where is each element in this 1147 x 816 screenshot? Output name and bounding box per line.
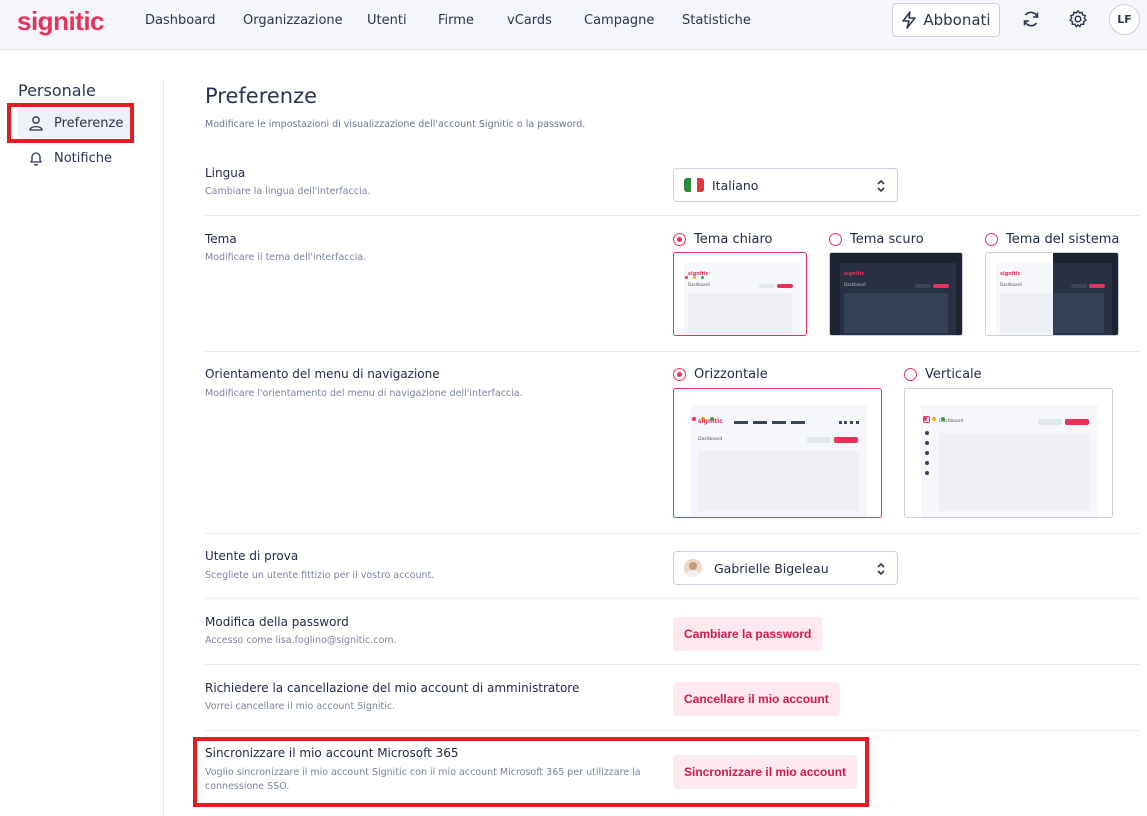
sidebar-divider — [163, 80, 164, 816]
tema-desc: Modificare il tema dell'interfaccia. — [205, 252, 367, 263]
abbonati-button[interactable]: Abbonati — [892, 3, 1000, 37]
nav-vcards[interactable]: vCards — [507, 13, 552, 28]
lingua-value: Italiano — [712, 177, 759, 193]
lingua-select[interactable]: Italiano — [673, 168, 898, 202]
lightning-icon — [902, 11, 917, 29]
highlight-box-microsoft — [193, 737, 869, 807]
divider — [205, 215, 1140, 216]
orientamento-label: Orientamento del menu di navigazione — [205, 367, 440, 381]
radio-tema-scuro[interactable]: Tema scuro — [829, 232, 924, 247]
nav-organizzazione[interactable]: Organizzazione — [243, 13, 343, 28]
abbonati-label: Abbonati — [923, 11, 991, 29]
tema-label: Tema — [205, 232, 237, 246]
radio-verticale[interactable]: Verticale — [904, 367, 982, 382]
orientamento-desc: Modificare l'orientamento del menu di na… — [205, 388, 523, 399]
user-avatar[interactable]: LF — [1109, 4, 1140, 35]
theme-preview-light[interactable]: signitic Dashboard — [673, 252, 807, 336]
divider — [205, 730, 1140, 731]
sidebar-item-label: Notifiche — [54, 150, 112, 166]
radio-tema-chiaro[interactable]: Tema chiaro — [673, 232, 772, 247]
utente-value: Gabrielle Bigeleau — [714, 560, 829, 576]
change-password-button[interactable]: Cambiare la password — [673, 617, 823, 651]
sidebar-title: Personale — [18, 81, 96, 100]
password-label: Modifica della password — [205, 615, 349, 629]
page-subtitle: Modificare le impostazioni di visualizza… — [205, 119, 586, 130]
password-desc: Accesso come lisa.foglino@signitic.com. — [205, 635, 397, 646]
lingua-label: Lingua — [205, 166, 246, 180]
user-photo-icon — [684, 559, 702, 577]
top-navigation-bar: signitic Dashboard Organizzazione Utenti… — [0, 0, 1147, 50]
lingua-desc: Cambiare la lingua dell'interfaccia. — [205, 186, 371, 197]
utente-label: Utente di prova — [205, 549, 299, 563]
radio-orizzontale[interactable]: Orizzontale — [673, 367, 768, 382]
page-title: Preferenze — [205, 84, 318, 108]
cancellazione-label: Richiedere la cancellazione del mio acco… — [205, 681, 580, 695]
divider — [205, 598, 1140, 599]
menu-preview-orizzontale[interactable]: signitic Dashboard — [673, 388, 882, 518]
signitic-logo[interactable]: signitic — [17, 6, 105, 37]
highlight-box-preferenze — [7, 103, 134, 143]
nav-campagne[interactable]: Campagne — [584, 13, 654, 28]
nav-dashboard[interactable]: Dashboard — [145, 13, 216, 28]
divider — [205, 664, 1140, 665]
menu-preview-verticale[interactable]: Dashboard — [904, 388, 1113, 518]
delete-account-button[interactable]: Cancellare il mio account — [673, 682, 840, 716]
divider — [205, 351, 1140, 352]
italy-flag-icon — [684, 178, 704, 192]
nav-firme[interactable]: Firme — [438, 13, 474, 28]
radio-tema-sistema[interactable]: Tema del sistema — [985, 232, 1119, 247]
theme-preview-dark[interactable]: signitic Dashboard — [829, 252, 963, 336]
utente-select[interactable]: Gabrielle Bigeleau — [673, 551, 898, 585]
utente-desc: Scegliete un utente fittizio per il vost… — [205, 570, 435, 581]
refresh-icon[interactable] — [1021, 9, 1041, 29]
nav-utenti[interactable]: Utenti — [367, 13, 407, 28]
gear-icon[interactable] — [1068, 9, 1088, 29]
divider — [205, 533, 1140, 534]
chevron-updown-icon — [877, 179, 885, 193]
chevron-updown-icon — [877, 562, 885, 576]
bell-icon — [30, 152, 42, 166]
sidebar-item-notifiche[interactable]: Notifiche — [18, 143, 130, 173]
theme-preview-system[interactable]: signitic Dashboard — [985, 252, 1119, 336]
nav-statistiche[interactable]: Statistiche — [682, 13, 751, 28]
cancellazione-desc: Vorrei cancellare il mio account Signiti… — [205, 701, 396, 712]
